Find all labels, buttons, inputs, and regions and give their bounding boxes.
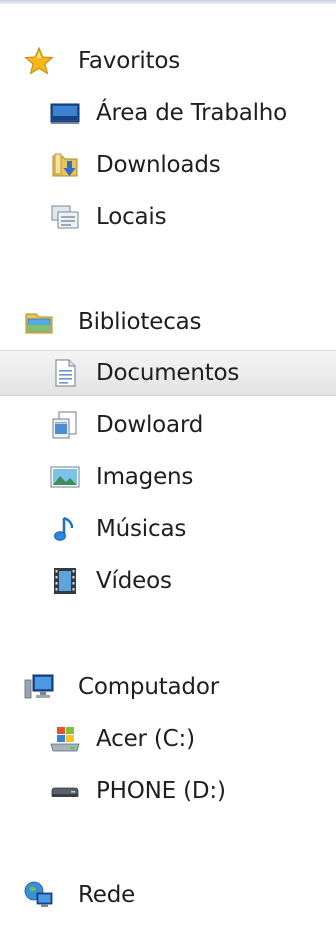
nav-item-images[interactable]: Imagens — [0, 454, 336, 500]
nav-item-label: Dowloard — [96, 412, 204, 438]
nav-item-label: Locais — [96, 204, 167, 230]
network-icon — [24, 880, 54, 910]
computer-icon — [24, 672, 54, 702]
nav-item-desktop[interactable]: Área de Trabalho — [0, 90, 336, 136]
nav-item-drive-d[interactable]: PHONE (D:) — [0, 768, 336, 814]
windows-drive-icon — [50, 724, 80, 754]
desktop-icon — [50, 98, 80, 128]
nav-item-dowloard[interactable]: Dowloard — [0, 402, 336, 448]
nav-item-label: Documentos — [96, 360, 240, 386]
nav-item-label: Downloads — [96, 152, 221, 178]
music-note-icon — [50, 514, 80, 544]
nav-computer-label: Computador — [78, 674, 219, 700]
nav-item-label: Imagens — [96, 464, 194, 490]
nav-network-label: Rede — [78, 882, 136, 908]
nav-item-drive-c[interactable]: Acer (C:) — [0, 716, 336, 762]
navigation-pane: Favoritos Área de Trabalho Downloads Loc… — [0, 0, 336, 927]
nav-item-recent-places[interactable]: Locais — [0, 194, 336, 240]
top-divider — [0, 0, 336, 4]
nav-item-downloads[interactable]: Downloads — [0, 142, 336, 188]
document-library-icon — [50, 410, 80, 440]
document-icon — [50, 358, 80, 388]
nav-item-documents[interactable]: Documentos — [0, 350, 336, 396]
recent-places-icon — [50, 202, 80, 232]
nav-item-label: PHONE (D:) — [96, 778, 226, 804]
downloads-folder-icon — [50, 150, 80, 180]
nav-item-label: Vídeos — [96, 568, 172, 594]
nav-favorites[interactable]: Favoritos — [0, 38, 336, 84]
nav-item-videos[interactable]: Vídeos — [0, 558, 336, 604]
nav-libraries-label: Bibliotecas — [78, 309, 202, 335]
star-icon — [24, 46, 54, 76]
film-icon — [50, 566, 80, 596]
nav-item-label: Área de Trabalho — [96, 100, 288, 126]
nav-computer[interactable]: Computador — [0, 664, 336, 710]
nav-item-music[interactable]: Músicas — [0, 506, 336, 552]
removable-drive-icon — [50, 776, 80, 806]
nav-item-label: Acer (C:) — [96, 726, 195, 752]
image-icon — [50, 462, 80, 492]
nav-favorites-label: Favoritos — [78, 48, 181, 74]
nav-libraries[interactable]: Bibliotecas — [0, 299, 336, 345]
nav-item-label: Músicas — [96, 516, 187, 542]
nav-network[interactable]: Rede — [0, 872, 336, 918]
libraries-folder-icon — [24, 307, 54, 337]
